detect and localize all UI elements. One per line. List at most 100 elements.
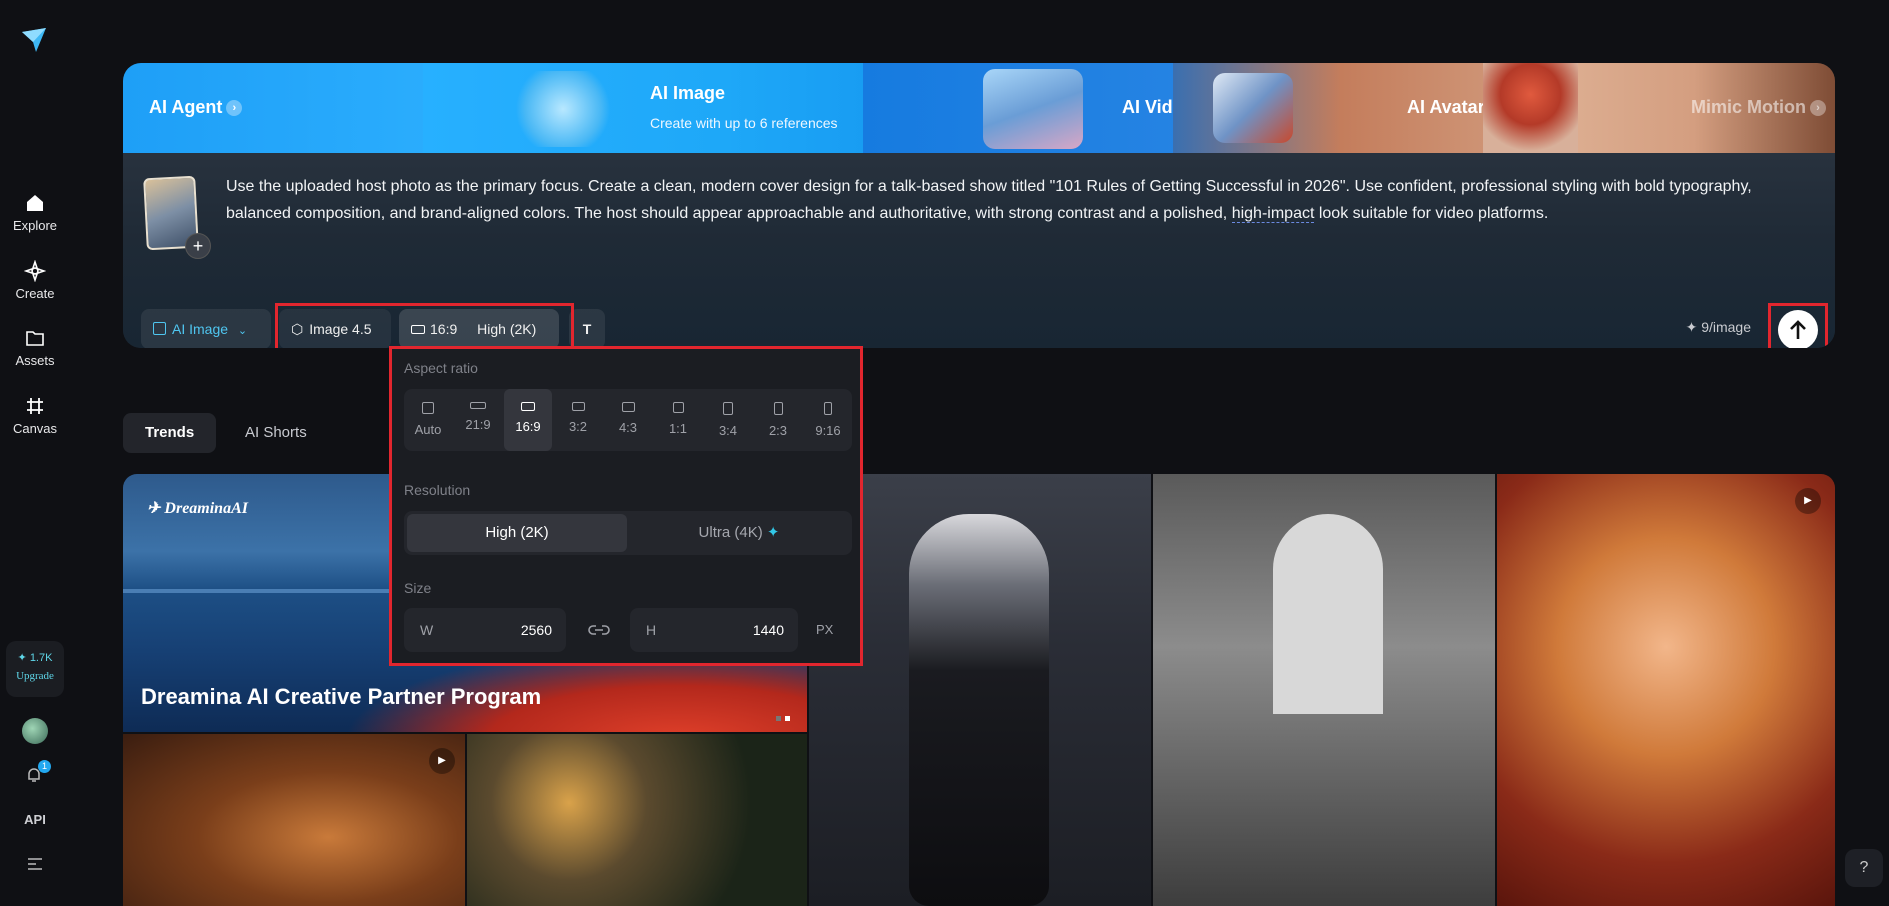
credit-star-icon: ✦ [1685, 319, 1702, 335]
width-field[interactable]: W 2560 [404, 608, 566, 652]
dreamina-logo-icon[interactable] [20, 26, 48, 54]
generation-panel: AI Agent › AI Image Create with up to 6 r… [123, 63, 1835, 348]
notification-badge: 1 [38, 760, 51, 773]
size-label: Size [404, 580, 432, 596]
ratio-label: 4:3 [618, 420, 638, 435]
ratio-option[interactable]: 4:3 [604, 389, 652, 451]
tab-mimic-motion[interactable]: Mimic Motion › [1483, 63, 1835, 153]
menu-icon[interactable] [27, 857, 43, 871]
question-icon: ? [1859, 859, 1869, 876]
resolution-options: High (2K) Ultra (4K) ✦ [404, 511, 852, 555]
ai-avatar-artwork [1213, 73, 1293, 143]
ratio-shape-icon [621, 402, 635, 412]
carousel-dot [776, 716, 781, 721]
carousel-dot [785, 716, 790, 721]
ratio-shape-icon [521, 402, 535, 411]
highlight-box [1768, 303, 1828, 348]
ratio-shape-icon [470, 402, 486, 409]
resolution-high-option[interactable]: High (2K) [407, 514, 627, 552]
gallery-item-christmas-cave[interactable]: ▶ [123, 734, 465, 906]
folder-icon [26, 331, 44, 346]
ratio-option[interactable]: 16:9 [504, 389, 552, 451]
trends-gallery: ✈ DreaminaAI Dreamina AI Creative Partne… [123, 474, 1835, 906]
ratio-option[interactable]: 2:3 [754, 389, 802, 451]
ratio-label: 1:1 [668, 421, 688, 436]
gallery-item-gothic-library[interactable] [1153, 474, 1495, 906]
unit-label: PX [816, 622, 834, 637]
tab-trends[interactable]: Trends [123, 413, 217, 453]
credits-count: ✦ 1.7K [17, 652, 53, 664]
ratio-label: 2:3 [768, 423, 788, 438]
text-icon: T [582, 321, 592, 337]
ratio-label: 16:9 [515, 419, 541, 434]
link-icon[interactable] [587, 622, 611, 638]
ratio-shape-icon [773, 402, 783, 415]
chevron-right-icon: › [1810, 100, 1826, 116]
sidebar-item-label: Canvas [12, 421, 58, 436]
ratio-option[interactable]: 21:9 [454, 389, 502, 451]
ai-avatar-portrait [1483, 63, 1578, 153]
prompt-input[interactable]: Use the uploaded host photo as the prima… [226, 173, 1816, 227]
ratio-label: 21:9 [465, 417, 491, 432]
aspect-ratio-label: Aspect ratio [404, 360, 478, 376]
resolution-label: Resolution [404, 482, 471, 498]
sidebar-item-label: Explore [12, 218, 58, 233]
avatar[interactable] [22, 718, 48, 744]
mode-dropdown[interactable]: AI Image ⌄ [141, 309, 271, 348]
sidebar-item-label: Assets [15, 353, 55, 368]
gallery-item-bokeh[interactable] [467, 734, 807, 906]
gallery-item-christmas-girl[interactable]: ▶ [1497, 474, 1835, 906]
play-icon: ▶ [1795, 488, 1821, 514]
ratio-shape-icon [422, 402, 434, 414]
ratio-option[interactable]: 1:1 [654, 389, 702, 451]
carousel-dots[interactable] [772, 708, 790, 726]
aspect-ratio-popover: Aspect ratio Auto 21:9 16:9 3:2 4:3 1:1 3:4 2:3… [389, 346, 863, 666]
api-link[interactable]: API [0, 812, 70, 827]
ratio-shape-icon [824, 402, 832, 415]
sidebar-item-label: Create [15, 286, 55, 301]
ratio-option[interactable]: 3:2 [554, 389, 602, 451]
ratio-shape-icon [571, 402, 585, 411]
ratio-option[interactable]: 9:16 [804, 389, 852, 451]
upgrade-button[interactable]: Upgrade [6, 670, 64, 682]
tab-ai-shorts[interactable]: AI Shorts [223, 413, 329, 453]
ai-video-artwork [983, 69, 1083, 149]
sparkle-icon [24, 260, 46, 282]
ratio-label: 3:2 [568, 419, 588, 434]
tab-ai-image-subtitle: Create with up to 6 references [650, 115, 838, 131]
sidebar-item-canvas[interactable]: Canvas [0, 395, 70, 436]
sidebar-item-explore[interactable]: Explore [0, 192, 70, 233]
aspect-ratio-options: Auto 21:9 16:9 3:2 4:3 1:1 3:4 2:3 9:16 [404, 389, 852, 451]
text-style-button[interactable]: T [569, 309, 605, 348]
figure-silhouette [909, 514, 1049, 906]
ratio-option[interactable]: 3:4 [704, 389, 752, 451]
ratio-label: Auto [414, 422, 442, 437]
banner-logo: ✈ DreaminaAI [147, 500, 248, 517]
window-arch [1273, 514, 1383, 714]
image-icon [153, 322, 166, 335]
add-reference-button[interactable]: + [185, 233, 211, 259]
sparkle-icon: ✦ [766, 524, 780, 541]
sidebar-item-create[interactable]: Create [0, 260, 70, 301]
height-field[interactable]: H 1440 [630, 608, 798, 652]
ratio-shape-icon [672, 402, 684, 413]
canvas-icon [27, 398, 43, 414]
banner-title: Dreamina AI Creative Partner Program [141, 684, 542, 709]
ratio-option[interactable]: Auto [404, 389, 452, 451]
home-icon [27, 195, 43, 211]
play-icon: ▶ [429, 748, 455, 774]
highlight-box [275, 303, 574, 348]
sidebar-item-assets[interactable]: Assets [0, 327, 70, 368]
ratio-shape-icon [723, 402, 733, 415]
prompt-area: + Use the uploaded host photo as the pri… [123, 153, 1835, 348]
chevron-right-icon: › [226, 100, 243, 116]
resolution-ultra-option[interactable]: Ultra (4K) ✦ [629, 514, 849, 552]
ai-image-artwork [513, 71, 613, 147]
upgrade-card[interactable]: ✦ 1.7K Upgrade [6, 641, 64, 697]
help-button[interactable]: ? [1845, 849, 1883, 887]
chevron-down-icon: ⌄ [237, 325, 248, 337]
ratio-label: 3:4 [718, 423, 738, 438]
sidebar: Explore Create Assets Canvas ✦ 1.7K Upgr… [0, 0, 70, 906]
ratio-label: 9:16 [815, 423, 841, 438]
mode-tabs: AI Agent › AI Image Create with up to 6 r… [123, 63, 1835, 153]
